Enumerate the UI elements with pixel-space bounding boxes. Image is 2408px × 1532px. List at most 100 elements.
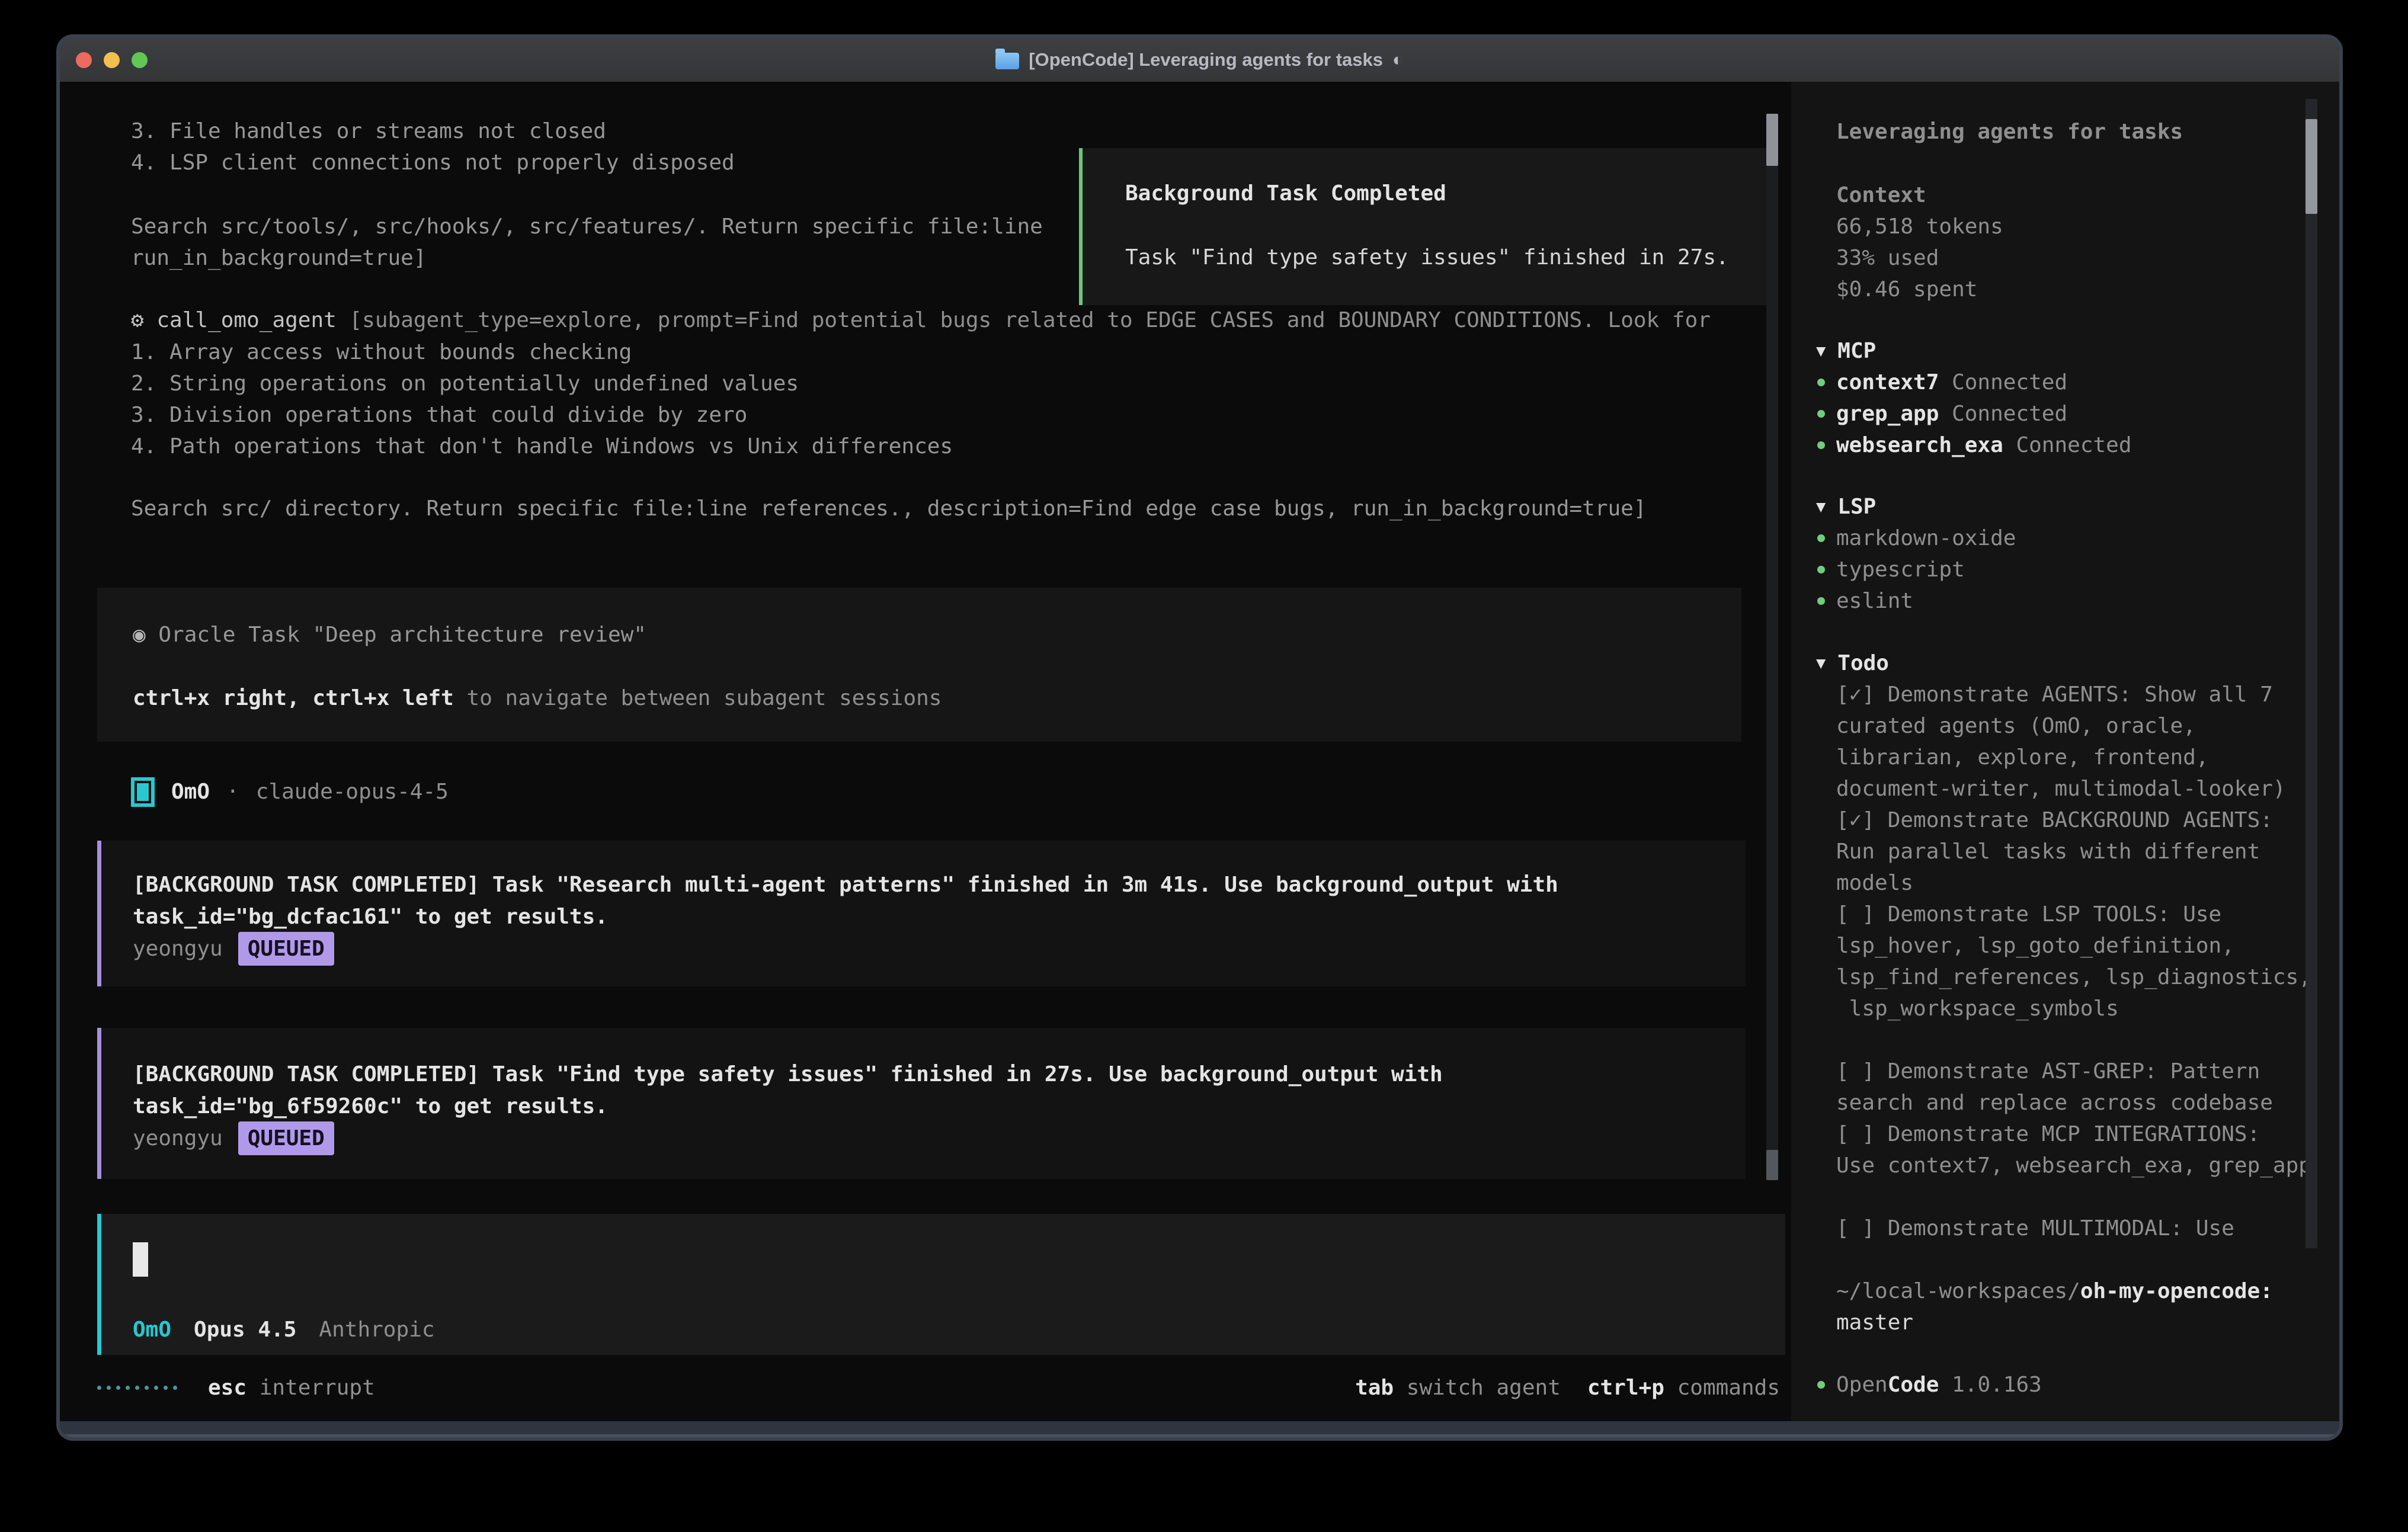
- todo-line: Run parallel tasks with different: [1836, 836, 2260, 867]
- context-spent: $0.46 spent: [1836, 274, 1977, 305]
- chevron-down-icon: ▼: [1816, 648, 1826, 679]
- tab-hint: tab switch agent: [1355, 1372, 1561, 1403]
- output-line: 4. Path operations that don't handle Win…: [131, 431, 953, 462]
- todo-line: [✓] Demonstrate AGENTS: Show all 7: [1836, 679, 2273, 710]
- main-scrollbar-thumb-bottom[interactable]: [1766, 1150, 1778, 1180]
- todo-line: [ ] Demonstrate MULTIMODAL: Use: [1836, 1213, 2234, 1244]
- session-sidebar: Leveraging agents for tasks Context 66,5…: [1791, 82, 2339, 1421]
- task-meta-line: yeongyu QUEUED: [133, 1123, 334, 1154]
- task-author: yeongyu: [133, 933, 223, 964]
- todo-line: curated agents (OmO, oracle,: [1836, 710, 2196, 742]
- lsp-heading: LSP: [1837, 491, 1876, 523]
- close-button[interactable]: [76, 52, 92, 68]
- agent-name: OmO: [171, 776, 210, 807]
- zoom-button[interactable]: [132, 52, 148, 68]
- app-version: OpenCode 1.0.163: [1836, 1369, 2042, 1400]
- workspace-branch: master: [1836, 1307, 1913, 1338]
- sidebar-scrollbar-track[interactable]: [2305, 99, 2317, 1248]
- status-dot-icon: [1817, 1381, 1825, 1389]
- todo-line: Use context7, websearch_exa, grep_app: [1836, 1150, 2311, 1181]
- task-text-line: [BACKGROUND TASK COMPLETED] Task "Resear…: [133, 869, 1558, 900]
- statusbar-right: tab switch agent ctrl+p commands: [1355, 1372, 1780, 1403]
- output-line: Search src/tools/, src/hooks/, src/featu…: [131, 211, 1043, 242]
- todo-line-active: lsp_workspace_symbols: [1836, 993, 2119, 1024]
- status-dot-icon: [1817, 441, 1825, 449]
- output-line: 4. LSP client connections not properly d…: [131, 147, 735, 178]
- oracle-title-line: ◉ Oracle Task "Deep architecture review": [133, 619, 646, 650]
- titlebar[interactable]: [OpenCode] Leveraging agents for tasks ◐: [60, 38, 2339, 84]
- spinner-icon: [97, 1386, 177, 1390]
- oracle-hint-text: to navigate between subagent sessions: [454, 682, 942, 714]
- session-title: Leveraging agents for tasks: [1836, 116, 2183, 148]
- output-line: 1. Array access without bounds checking: [131, 336, 632, 368]
- toast-body: Task "Find type safety issues" finished …: [1125, 242, 1729, 273]
- workspace-path: ~/local-workspaces/oh-my-opencode:: [1836, 1275, 2273, 1307]
- input-model-name: Opus 4.5: [194, 1314, 296, 1345]
- status-badge: QUEUED: [238, 932, 334, 966]
- terminal-main-pane: 3. File handles or streams not closed 4.…: [60, 82, 1791, 1421]
- gear-icon: ⚙: [131, 305, 144, 336]
- lsp-section-toggle[interactable]: ▼ LSP: [1816, 491, 1876, 523]
- sidebar-scrollbar-thumb[interactable]: [2305, 119, 2317, 214]
- lsp-item: typescript: [1836, 554, 1965, 585]
- todo-heading: Todo: [1837, 648, 1889, 679]
- input-model-line: OmO Opus 4.5 Anthropic: [133, 1314, 435, 1345]
- todo-line: [ ] Demonstrate MCP INTEGRATIONS:: [1836, 1118, 2260, 1150]
- folder-icon[interactable]: [995, 53, 1019, 69]
- task-meta-line: yeongyu QUEUED: [133, 933, 334, 964]
- window-title-group: [OpenCode] Leveraging agents for tasks ◐: [995, 49, 1403, 70]
- chevron-down-icon: ▼: [1816, 335, 1826, 367]
- chevron-down-icon: ▼: [1816, 491, 1826, 523]
- todo-line-active: lsp_hover, lsp_goto_definition,: [1836, 930, 2234, 961]
- half-circle-icon: ◐: [1392, 49, 1404, 70]
- tool-call-args: [subagent_type=explore, prompt=Find pote…: [350, 305, 1711, 336]
- oracle-title: Oracle Task "Deep architecture review": [158, 619, 646, 650]
- todo-line: search and replace across codebase: [1836, 1087, 2273, 1118]
- lsp-item: eslint: [1836, 585, 1913, 617]
- oracle-hint-line: ctrl+x right, ctrl+x left to navigate be…: [133, 682, 942, 714]
- terminal-window: [OpenCode] Leveraging agents for tasks ◐…: [56, 34, 2343, 1441]
- todo-section-toggle[interactable]: ▼ Todo: [1816, 648, 1889, 679]
- agent-model: claude-opus-4-5: [256, 776, 449, 807]
- window-bottom-edge: [60, 1421, 2339, 1437]
- mcp-item: websearch_exa Connected: [1836, 430, 2132, 461]
- esc-hint: esc interrupt: [208, 1372, 375, 1403]
- tool-call-line: ⚙ call_omo_agent [subagent_type=explore,…: [131, 305, 1711, 336]
- mcp-section-toggle[interactable]: ▼ MCP: [1816, 335, 1876, 367]
- context-tokens: 66,518 tokens: [1836, 211, 2003, 242]
- oracle-hint-keys: ctrl+x right, ctrl+x left: [133, 682, 454, 714]
- statusbar-left: esc interrupt: [97, 1372, 375, 1403]
- main-scrollbar-thumb[interactable]: [1766, 114, 1778, 166]
- status-dot-icon: [1817, 534, 1825, 542]
- agent-box-icon: [131, 777, 155, 807]
- todo-line-active: [ ] Demonstrate LSP TOOLS: Use: [1836, 899, 2221, 930]
- output-line: Search src/ directory. Return specific f…: [131, 493, 1647, 524]
- output-line: 2. String operations on potentially unde…: [131, 368, 799, 399]
- main-scrollbar-track[interactable]: [1766, 114, 1778, 1180]
- minimize-button[interactable]: [104, 52, 120, 68]
- window-title: [OpenCode] Leveraging agents for tasks: [1029, 49, 1383, 70]
- mcp-item: context7 Connected: [1836, 367, 2067, 398]
- mcp-item: grep_app Connected: [1836, 398, 2067, 430]
- context-heading: Context: [1836, 180, 1926, 211]
- status-dot-icon: [1817, 410, 1825, 418]
- lsp-item: markdown-oxide: [1836, 523, 2016, 554]
- output-line: run_in_background=true]: [131, 242, 427, 274]
- task-text-line: task_id="bg_dcfac161" to get results.: [133, 901, 608, 932]
- oracle-task-card: ◉ Oracle Task "Deep architecture review"…: [97, 588, 1741, 742]
- mcp-heading: MCP: [1837, 335, 1876, 367]
- prompt-input[interactable]: OmO Opus 4.5 Anthropic: [97, 1214, 1785, 1355]
- background-task-message: [BACKGROUND TASK COMPLETED] Task "Find t…: [97, 1028, 1746, 1179]
- background-task-toast: Background Task Completed Task "Find typ…: [1079, 148, 1770, 305]
- todo-line-active: lsp_find_references, lsp_diagnostics,: [1836, 961, 2311, 993]
- text-cursor: [133, 1242, 148, 1277]
- task-text-line: task_id="bg_6f59260c" to get results.: [133, 1091, 608, 1122]
- input-provider: Anthropic: [319, 1314, 434, 1345]
- separator-dot: ·: [226, 776, 239, 807]
- todo-line: librarian, explore, frontend,: [1836, 742, 2209, 773]
- task-text-line: [BACKGROUND TASK COMPLETED] Task "Find t…: [133, 1059, 1443, 1090]
- tool-call-name: call_omo_agent: [156, 305, 336, 336]
- todo-line: models: [1836, 867, 1913, 899]
- agent-header: OmO · claude-opus-4-5: [131, 776, 449, 807]
- todo-line: [✓] Demonstrate BACKGROUND AGENTS:: [1836, 805, 2273, 836]
